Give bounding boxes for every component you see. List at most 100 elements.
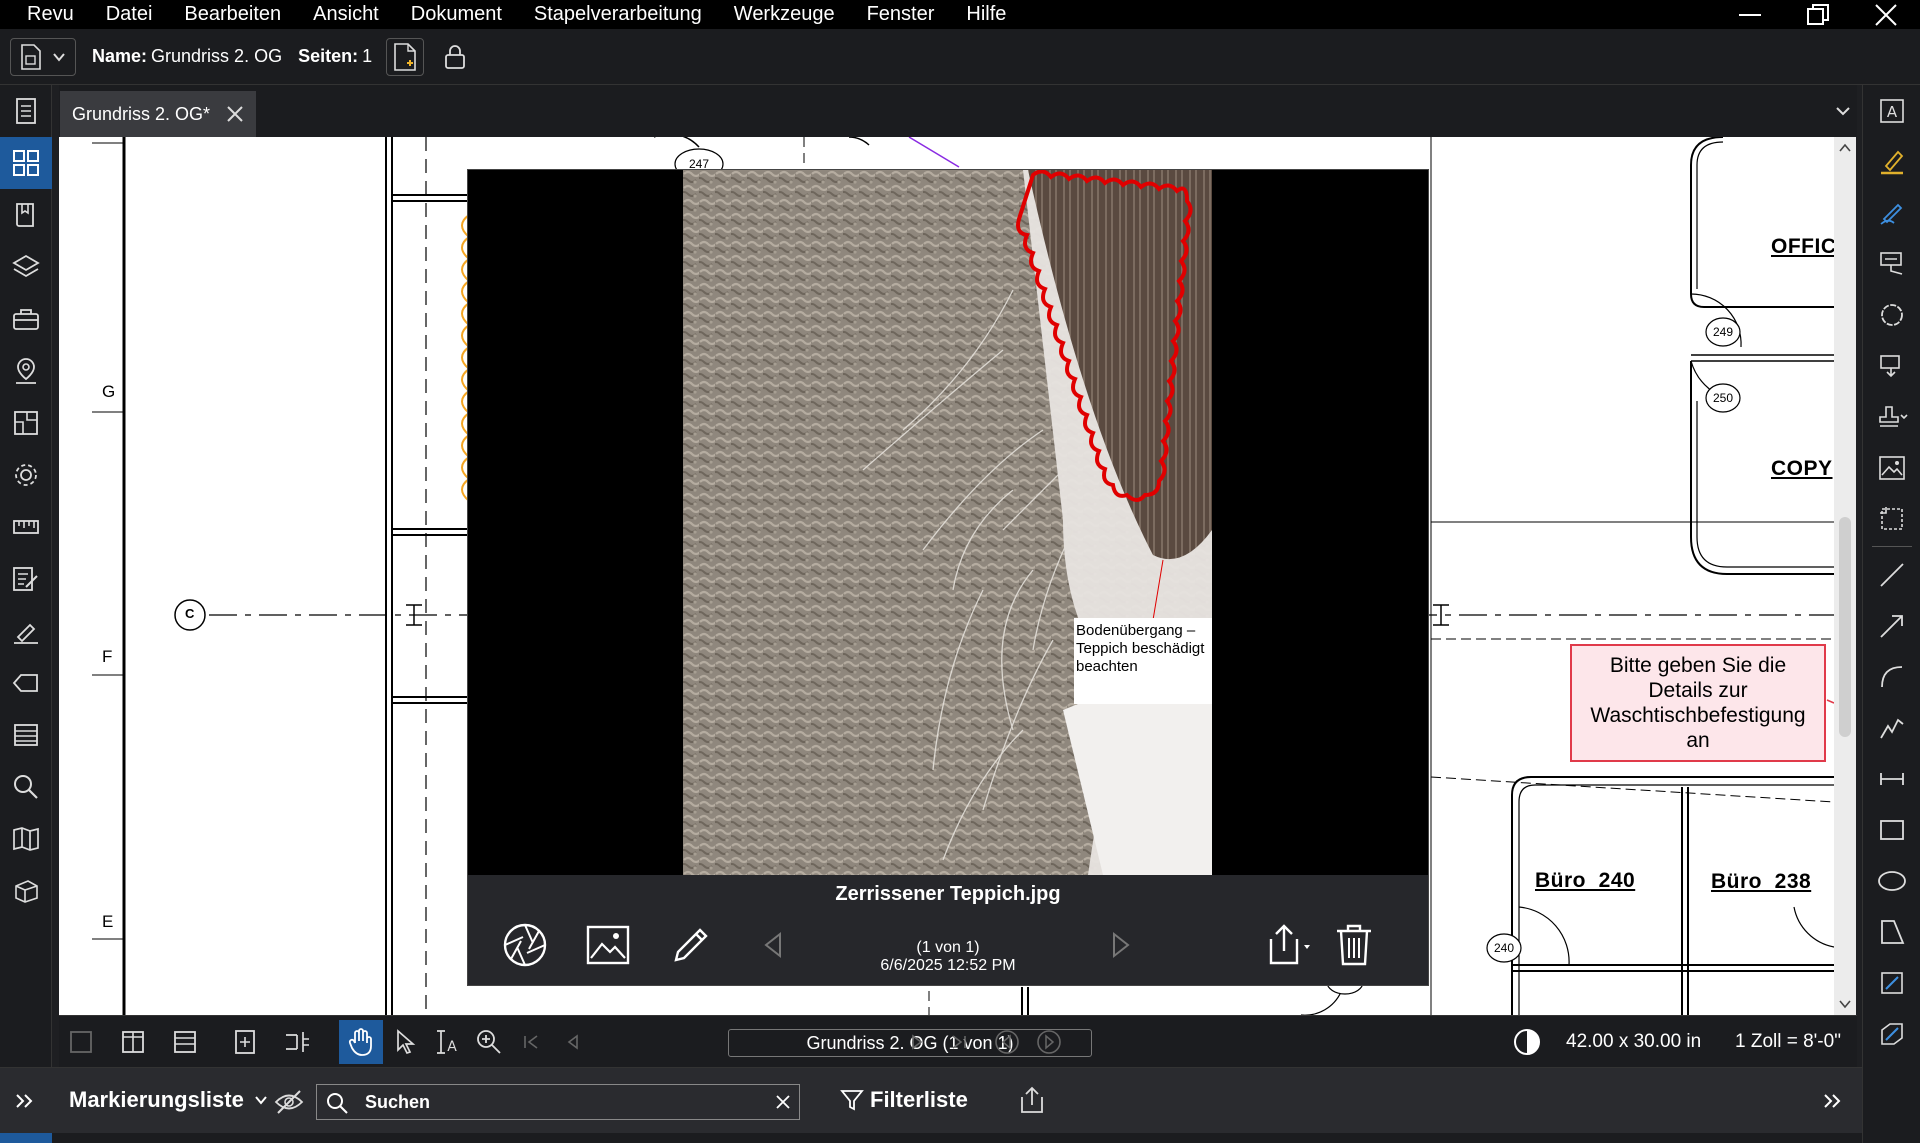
split-horizontal-button[interactable] (163, 1020, 207, 1064)
zoom-tool-button[interactable] (467, 1020, 511, 1064)
text-select-button[interactable]: A (425, 1020, 469, 1064)
chevron-up-icon[interactable] (1839, 143, 1851, 153)
tags-button[interactable] (0, 657, 52, 709)
menu-revu[interactable]: Revu (0, 0, 90, 29)
markup-search-box[interactable] (316, 1084, 800, 1120)
file-access-button[interactable] (0, 709, 52, 761)
text-box-tool[interactable]: A (1863, 85, 1920, 136)
previous-page-button[interactable] (551, 1020, 595, 1064)
menu-datei[interactable]: Datei (90, 0, 169, 29)
pen-tool[interactable] (1863, 187, 1920, 238)
chevron-down-icon[interactable] (1839, 999, 1851, 1009)
clear-icon[interactable] (775, 1094, 791, 1110)
line-icon (1880, 562, 1904, 587)
restore-button[interactable] (1784, 0, 1852, 29)
signatures-button[interactable] (0, 605, 52, 657)
stamp-tool[interactable] (1863, 391, 1920, 442)
compare-button[interactable] (275, 1020, 319, 1064)
layers-button[interactable] (0, 241, 52, 293)
camera-button[interactable] (499, 919, 551, 971)
eye-hidden-icon[interactable] (274, 1089, 304, 1115)
note-tool[interactable] (1863, 340, 1920, 391)
single-page-view-button[interactable] (59, 1020, 103, 1064)
cloud-icon (1881, 303, 1903, 326)
delete-image-button[interactable] (1328, 919, 1380, 971)
prev-image-button[interactable] (747, 919, 799, 971)
dimension-tool[interactable] (1863, 753, 1920, 804)
new-page-button[interactable] (386, 37, 425, 76)
contrast-button[interactable] (1505, 1020, 1549, 1064)
close-window-button[interactable] (1852, 0, 1920, 29)
next-image-button[interactable] (1095, 919, 1147, 971)
name-label: Name: (92, 46, 148, 66)
gallery-button[interactable] (582, 919, 634, 971)
places-button[interactable] (0, 345, 52, 397)
measure-area-tool[interactable] (1863, 957, 1920, 1008)
thumbnails-button[interactable] (0, 85, 52, 137)
split-vertical-button[interactable] (111, 1020, 155, 1064)
cloud-tool[interactable] (1863, 289, 1920, 340)
next-view-button[interactable] (1027, 1020, 1071, 1064)
close-icon[interactable] (226, 105, 244, 123)
double-chevron-right-icon[interactable] (10, 1086, 40, 1116)
sync-button[interactable] (223, 1020, 267, 1064)
menu-bearbeiten[interactable]: Bearbeiten (168, 0, 297, 29)
polyline-tool[interactable] (1863, 702, 1920, 753)
first-page-button[interactable] (509, 1020, 553, 1064)
ruler-icon (13, 520, 39, 534)
menu-stapelverarbeitung[interactable]: Stapelverarbeitung (518, 0, 718, 29)
vertical-scrollbar[interactable] (1834, 137, 1856, 1015)
measure-volume-tool[interactable] (1863, 1008, 1920, 1059)
forms-button[interactable] (0, 553, 52, 605)
pan-tool-button[interactable] (339, 1020, 383, 1064)
polygon-tool[interactable] (1863, 906, 1920, 957)
measurements-button[interactable] (0, 501, 52, 553)
callout-tool[interactable] (1863, 238, 1920, 289)
markup-list-title[interactable]: Markierungsliste (69, 1087, 268, 1113)
highlighter-tool[interactable] (1863, 136, 1920, 187)
document-menu-button[interactable] (10, 37, 76, 76)
maps-button[interactable] (0, 813, 52, 865)
properties-button[interactable] (0, 449, 52, 501)
line-tool[interactable] (1863, 549, 1920, 600)
menu-fenster[interactable]: Fenster (851, 0, 951, 29)
menu-dokument[interactable]: Dokument (395, 0, 518, 29)
double-chevron-right-icon[interactable] (1818, 1086, 1848, 1116)
last-page-button[interactable] (937, 1020, 981, 1064)
spaces-button[interactable] (0, 397, 52, 449)
rectangle-tool[interactable] (1863, 804, 1920, 855)
search-panel-button[interactable] (0, 761, 52, 813)
image-tool[interactable] (1863, 442, 1920, 493)
share-image-button[interactable] (1257, 919, 1321, 971)
select-tool-button[interactable] (383, 1020, 427, 1064)
3d-view-button[interactable] (0, 865, 52, 917)
menu-werkzeuge[interactable]: Werkzeuge (718, 0, 851, 29)
arc-tool[interactable] (1863, 651, 1920, 702)
filter-list-button[interactable]: Filterliste (840, 1087, 968, 1113)
arrow-tool[interactable] (1863, 600, 1920, 651)
room-label-buero-238: Büro 238 (1711, 870, 1812, 893)
ellipse-tool[interactable] (1863, 855, 1920, 906)
lock-button[interactable] (436, 38, 474, 76)
image-page-count: (1 von 1) (916, 939, 980, 956)
measure-volume-icon (1881, 1022, 1903, 1045)
next-page-button[interactable] (895, 1020, 939, 1064)
toolchest-button[interactable] (0, 293, 52, 345)
tab-grundriss[interactable]: Grundriss 2. OG* (60, 91, 256, 137)
callout-annotation[interactable]: Bitte geben Sie die Details zur Waschtis… (1570, 644, 1826, 762)
previous-view-button[interactable] (985, 1020, 1029, 1064)
menu-hilfe[interactable]: Hilfe (950, 0, 1022, 29)
chevron-down-icon (255, 1096, 267, 1105)
grid-view-button[interactable] (0, 137, 52, 189)
scrollbar-thumb[interactable] (1839, 517, 1851, 737)
search-input[interactable] (365, 1089, 745, 1115)
snapshot-tool[interactable] (1863, 493, 1920, 544)
page-dimensions[interactable]: 42.00 x 30.00 in (1566, 1031, 1701, 1053)
bookmarks-button[interactable] (0, 189, 52, 241)
menu-ansicht[interactable]: Ansicht (297, 0, 395, 29)
document-icon (20, 43, 41, 70)
minimize-button[interactable] (1716, 0, 1784, 29)
export-icon[interactable] (1018, 1085, 1046, 1115)
page-scale[interactable]: 1 Zoll = 8'-0" (1735, 1031, 1841, 1053)
chevron-down-icon[interactable] (1833, 101, 1853, 121)
